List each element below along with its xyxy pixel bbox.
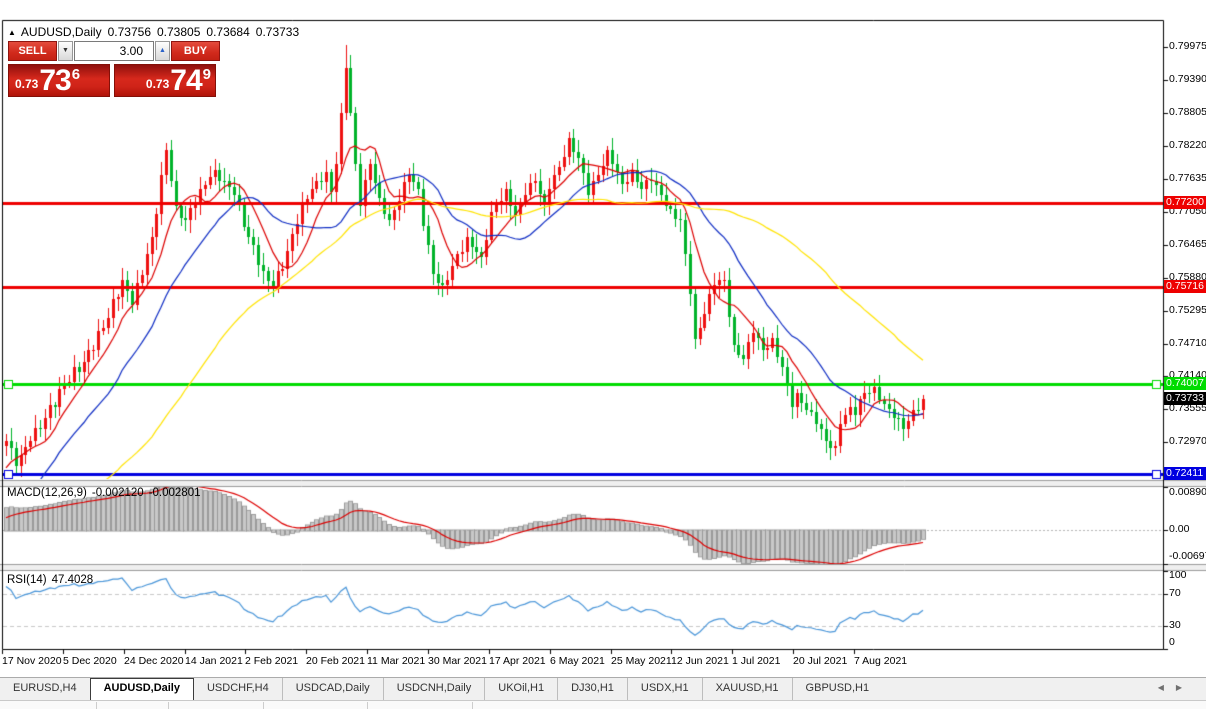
buy-price-pip: 9 <box>202 66 211 83</box>
one-click-trade-panel: SELL ▼ 3.00 ▲ BUY 0.73 73 6 0.73 74 9 <box>8 41 220 97</box>
volume-input[interactable]: 3.00 <box>74 41 154 61</box>
buy-button[interactable]: BUY <box>171 41 220 61</box>
buy-price-display[interactable]: 0.73 74 9 <box>114 64 216 97</box>
chart-tab-gbpusd-h1[interactable]: GBPUSD,H1 <box>791 678 883 700</box>
chart-tab-eurusd-h4[interactable]: EURUSD,H4 <box>0 678 90 700</box>
sell-price-pip: 6 <box>71 66 81 83</box>
chart-tab-audusd-daily[interactable]: AUDUSD,Daily <box>89 678 194 700</box>
buy-price-prefix: 0.73 <box>145 77 170 91</box>
volume-decrease-button[interactable]: ▼ <box>58 41 73 61</box>
sell-price-big: 73 <box>39 64 71 97</box>
panel-column-separator <box>367 702 368 709</box>
panel-column-separator <box>168 702 169 709</box>
tab-scroll-arrows: ◀▶ <box>1158 683 1194 692</box>
chart-tab-xauusd-h1[interactable]: XAUUSD,H1 <box>701 678 792 700</box>
chart-tab-dj30-h1[interactable]: DJ30,H1 <box>557 678 627 700</box>
chart-tab-ukoil-h1[interactable]: UKOil,H1 <box>484 678 557 700</box>
docked-panel-edge <box>0 700 1206 709</box>
panel-column-separator <box>96 702 97 709</box>
tab-scroll-right-icon[interactable]: ▶ <box>1176 683 1194 692</box>
chart-tab-usdchf-h4[interactable]: USDCHF,H4 <box>194 678 282 700</box>
chart-tab-usdcnh-daily[interactable]: USDCNH,Daily <box>382 678 485 700</box>
trading-platform-window: 5M30H1H4D1W1MN ▲AUDUSD,Daily0.737560.738… <box>0 0 1206 709</box>
chart-tabs-bar: EURUSD,H4 AUDUSD,Daily USDCHF,H4 USDCAD,Dai… <box>0 677 1206 700</box>
buy-price-big: 74 <box>170 64 202 97</box>
sell-price-display[interactable]: 0.73 73 6 <box>8 64 110 97</box>
sell-price-prefix: 0.73 <box>15 77 39 91</box>
chart-canvas[interactable] <box>0 0 1206 660</box>
sell-button[interactable]: SELL <box>8 41 57 61</box>
chart-tab-usdcad-daily[interactable]: USDCAD,Daily <box>281 678 383 700</box>
chart-tab-usdx-h1[interactable]: USDX,H1 <box>626 678 702 700</box>
panel-column-separator <box>263 702 264 709</box>
tab-scroll-left-icon[interactable]: ◀ <box>1158 683 1176 692</box>
volume-increase-button[interactable]: ▲ <box>155 41 170 61</box>
panel-column-separator <box>472 702 473 709</box>
